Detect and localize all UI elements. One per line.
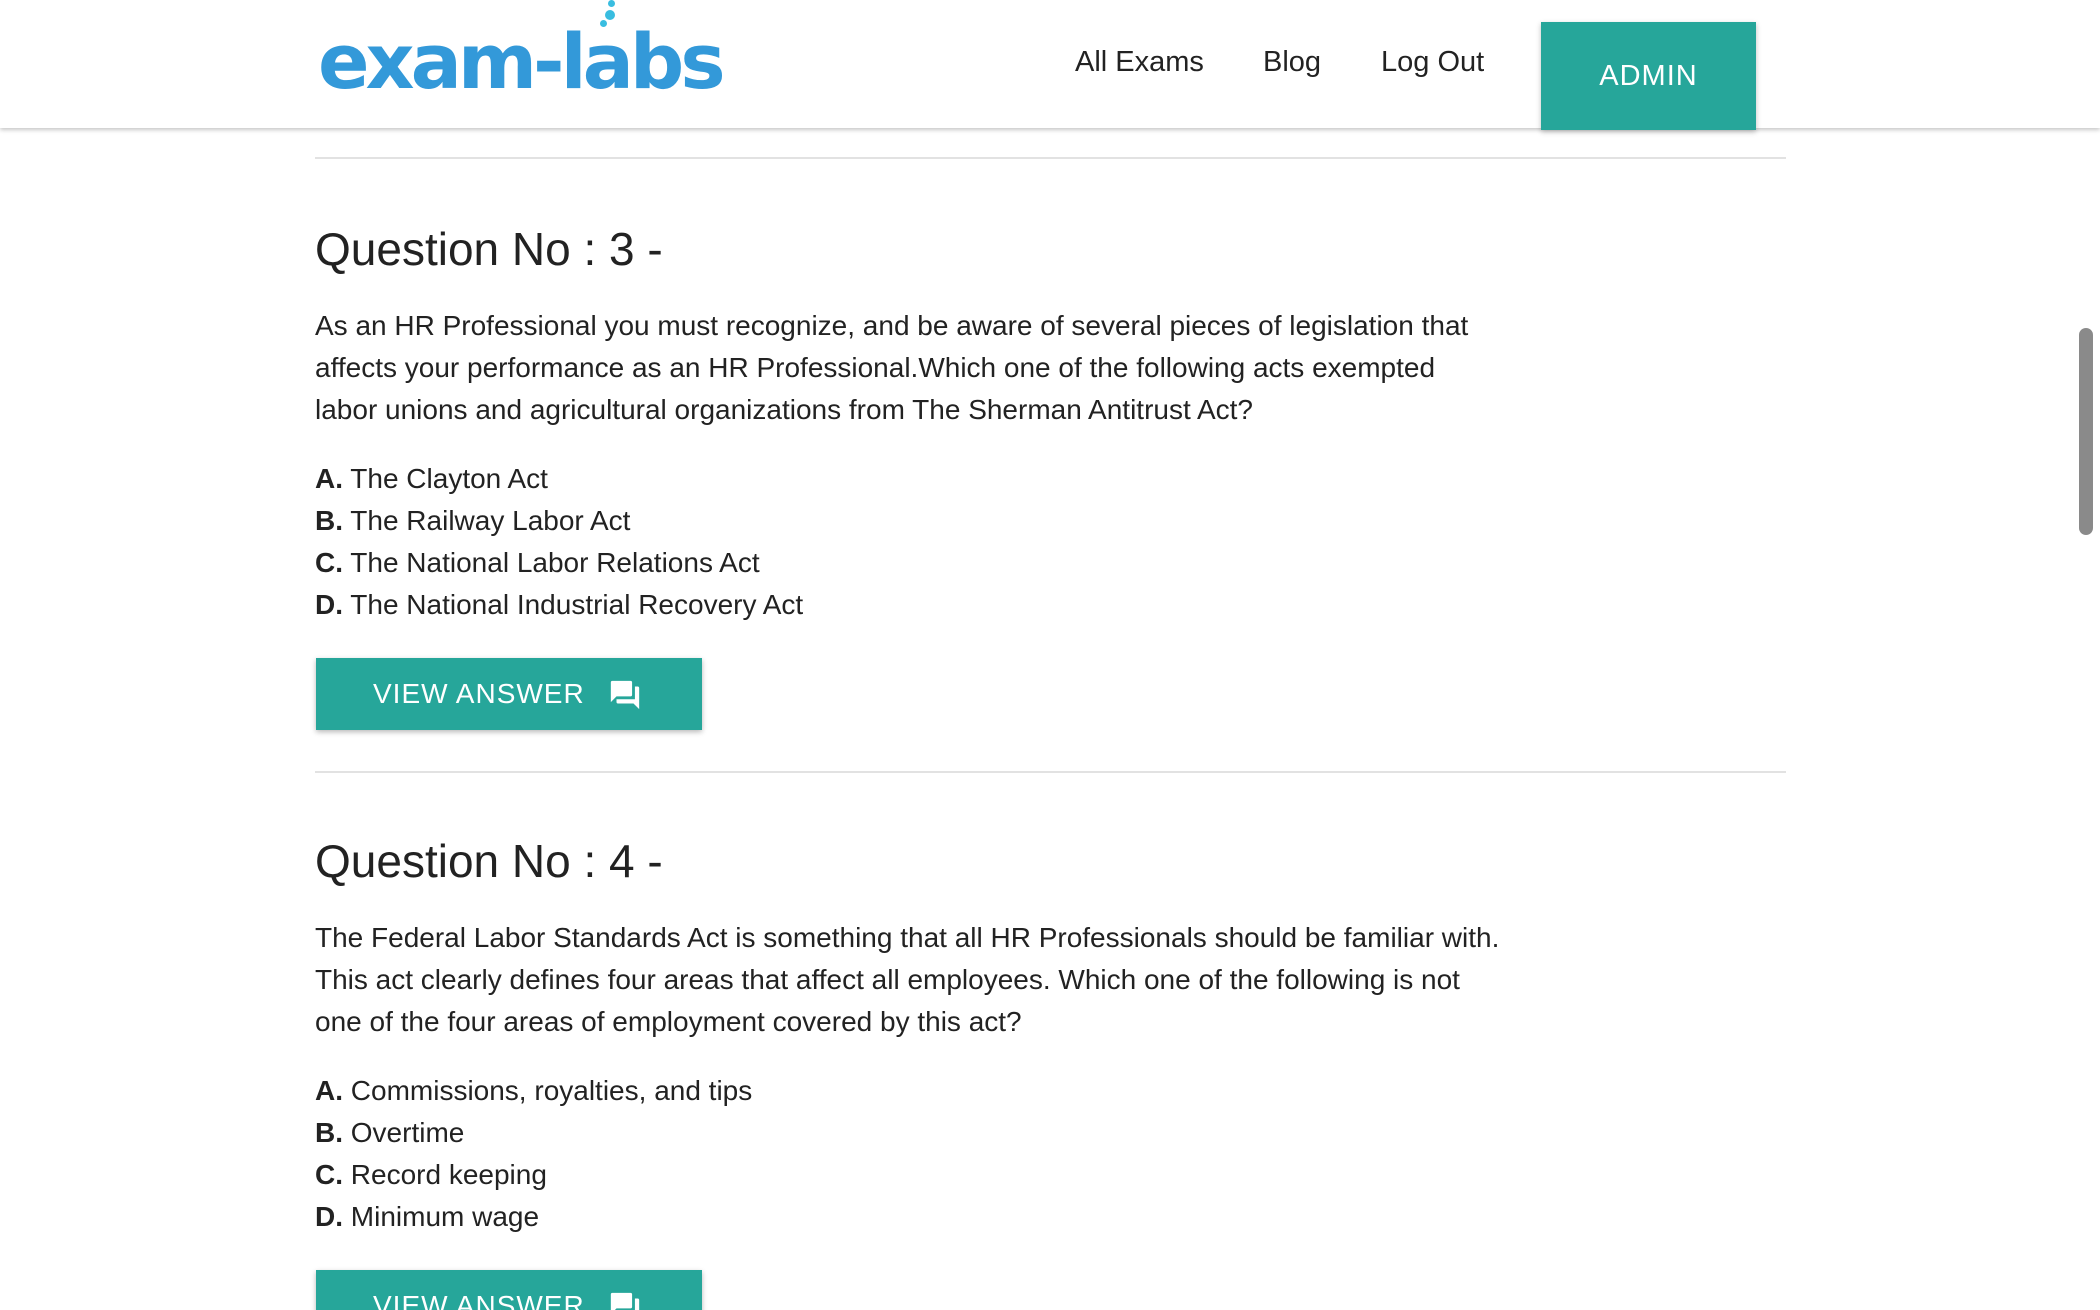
- scrollbar-thumb[interactable]: [2079, 328, 2093, 535]
- view-answer-button[interactable]: VIEW ANSWER: [316, 1270, 702, 1310]
- question-divider: [315, 771, 1786, 773]
- option-text: The Clayton Act: [350, 463, 548, 494]
- question-text: The Federal Labor Standards Act is somet…: [315, 922, 1500, 1037]
- answer-option: C. The National Labor Relations Act: [315, 542, 803, 584]
- site-header: exam-labs All Exams Blog Log Out: [0, 0, 2100, 128]
- forum-icon: [610, 680, 640, 710]
- view-answer-label: VIEW ANSWER: [373, 1290, 585, 1310]
- answer-option: C. Record keeping: [315, 1154, 752, 1196]
- view-answer-label: VIEW ANSWER: [373, 678, 585, 709]
- answer-option: B. The Railway Labor Act: [315, 500, 803, 542]
- option-text: Overtime: [350, 1117, 465, 1148]
- option-letter: B.: [315, 505, 343, 536]
- option-letter: C.: [315, 1159, 343, 1190]
- admin-button[interactable]: ADMIN: [1541, 22, 1756, 130]
- option-text: The Railway Labor Act: [350, 505, 631, 536]
- option-letter: D.: [315, 1201, 343, 1232]
- option-text: Minimum wage: [350, 1201, 540, 1232]
- question-title: Question No : 4 -: [315, 835, 663, 887]
- answer-options: A. Commissions, royalties, and tips B. O…: [315, 1070, 752, 1238]
- option-letter: C.: [315, 547, 343, 578]
- question-title: Question No : 3 -: [315, 223, 663, 275]
- answer-option: A. The Clayton Act: [315, 458, 803, 500]
- nav-blog[interactable]: Blog: [1263, 42, 1321, 82]
- exam-labs-logo[interactable]: exam-labs: [318, 22, 726, 102]
- option-text: The National Industrial Recovery Act: [350, 589, 804, 620]
- logo-bubbles-icon: [600, 0, 624, 30]
- option-text: The National Labor Relations Act: [350, 547, 760, 578]
- option-letter: B.: [315, 1117, 343, 1148]
- answer-option: D. Minimum wage: [315, 1196, 752, 1238]
- answer-option: D. The National Industrial Recovery Act: [315, 584, 803, 626]
- option-letter: A.: [315, 1075, 343, 1106]
- answer-option: B. Overtime: [315, 1112, 752, 1154]
- nav-all-exams[interactable]: All Exams: [1075, 42, 1204, 82]
- option-text: Commissions, royalties, and tips: [350, 1075, 753, 1106]
- answer-options: A. The Clayton Act B. The Railway Labor …: [315, 458, 803, 626]
- question-text: As an HR Professional you must recognize…: [315, 310, 1469, 425]
- option-text: Record keeping: [350, 1159, 547, 1190]
- view-answer-button[interactable]: VIEW ANSWER: [316, 658, 702, 730]
- nav-log-out[interactable]: Log Out: [1381, 42, 1484, 82]
- answer-option: A. Commissions, royalties, and tips: [315, 1070, 752, 1112]
- question-divider: [315, 157, 1786, 159]
- option-letter: A.: [315, 463, 343, 494]
- option-letter: D.: [315, 589, 343, 620]
- page: exam-labs All Exams Blog Log Out ADMIN Q…: [0, 0, 2100, 1310]
- forum-icon: [610, 1292, 640, 1310]
